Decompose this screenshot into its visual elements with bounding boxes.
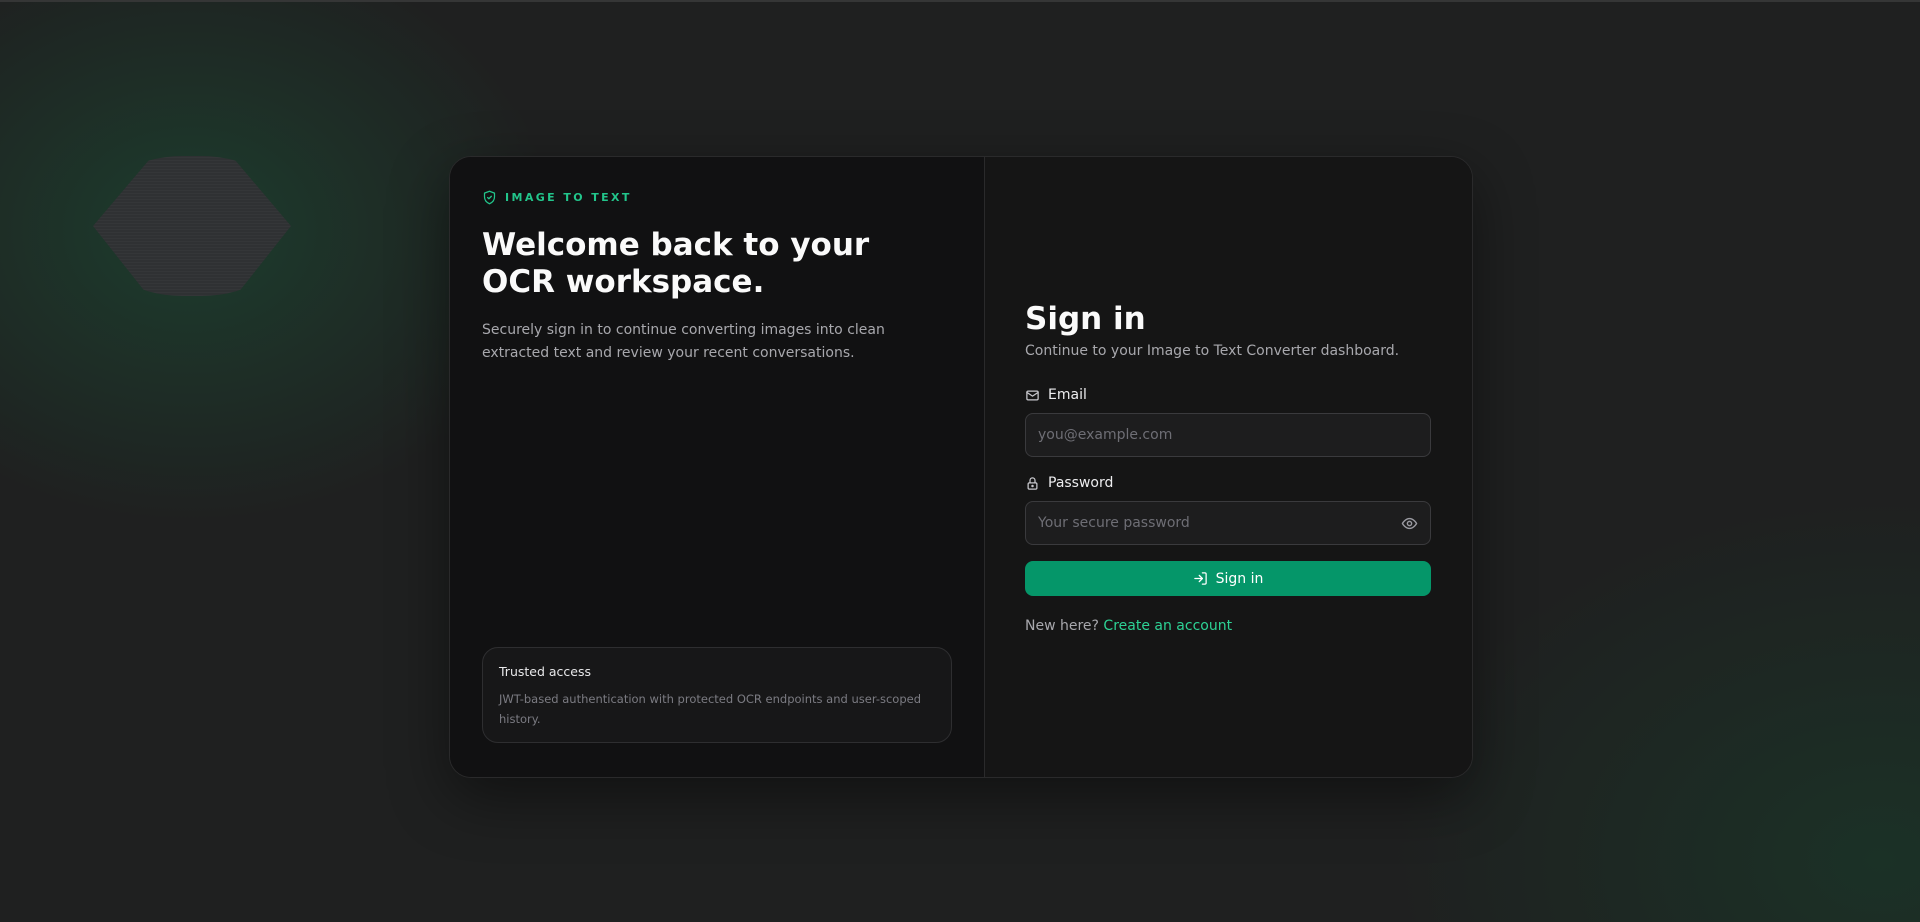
password-label: Password: [1025, 475, 1432, 491]
trusted-access-title: Trusted access: [499, 664, 591, 679]
email-input[interactable]: [1026, 414, 1430, 456]
welcome-panel: IMAGE TO TEXT Welcome back to your OCR w…: [450, 157, 985, 777]
shield-check-icon: [483, 190, 496, 205]
signup-prompt-text: New here?: [1025, 618, 1099, 634]
password-field-wrapper: [1025, 501, 1431, 545]
create-account-link[interactable]: Create an account: [1103, 618, 1232, 634]
signin-title: Sign in: [1025, 301, 1146, 337]
trusted-access-box: Trusted access JWT-based authentication …: [482, 647, 952, 743]
eye-icon[interactable]: [1401, 515, 1418, 532]
sign-in-button[interactable]: Sign in: [1025, 561, 1431, 596]
signup-prompt: New here? Create an account: [1025, 618, 1432, 634]
password-input[interactable]: [1026, 502, 1430, 544]
window-top-border: [0, 0, 1920, 2]
hero-description: Securely sign in to continue converting …: [482, 322, 885, 361]
hero-title: Welcome back to your OCR workspace.: [482, 227, 870, 300]
lock-icon: [1027, 476, 1038, 490]
mail-icon: [1026, 390, 1039, 400]
sign-in-button-label: Sign in: [1215, 570, 1264, 587]
trusted-access-description: JWT-based authentication with protected …: [499, 692, 921, 726]
login-card: IMAGE TO TEXT Welcome back to your OCR w…: [449, 156, 1473, 778]
brand: IMAGE TO TEXT: [482, 190, 952, 205]
signin-panel: Sign in Continue to your Image to Text C…: [985, 157, 1472, 777]
email-label: Email: [1025, 387, 1432, 403]
signin-subtitle: Continue to your Image to Text Converter…: [1025, 343, 1400, 359]
decorative-blob: [93, 156, 291, 296]
email-label-text: Email: [1048, 387, 1087, 403]
password-label-text: Password: [1048, 475, 1114, 491]
brand-label: IMAGE TO TEXT: [505, 191, 632, 204]
log-in-icon: [1193, 572, 1207, 585]
email-field-wrapper: [1025, 413, 1431, 457]
